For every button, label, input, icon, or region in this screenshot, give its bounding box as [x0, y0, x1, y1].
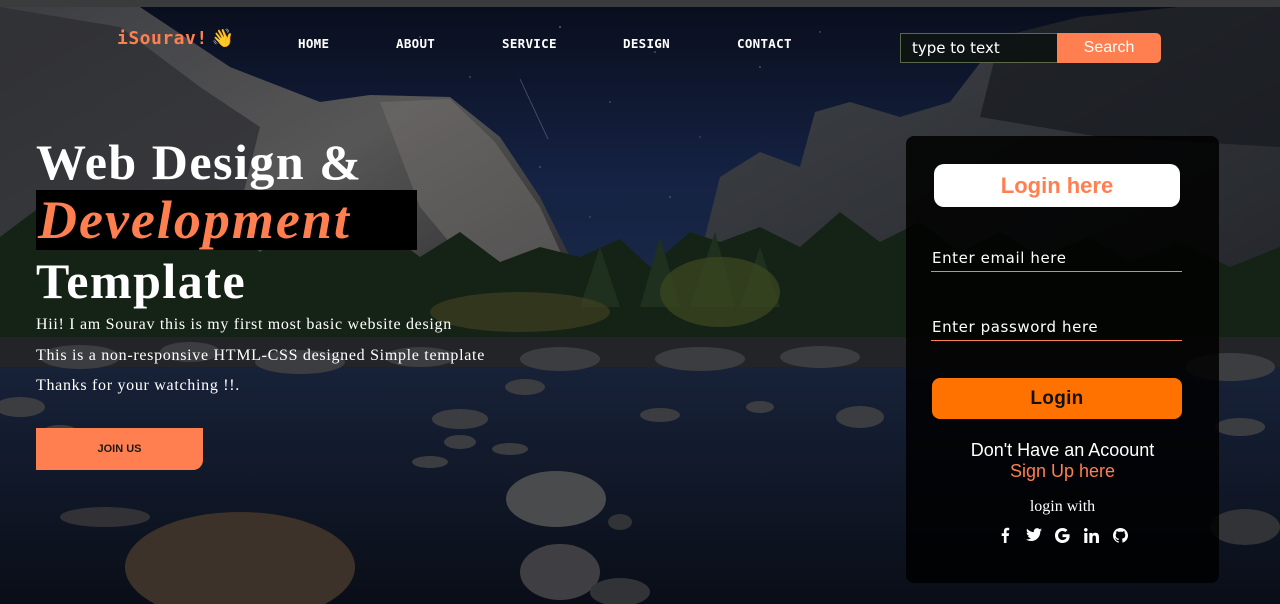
search-input[interactable]	[900, 33, 1058, 63]
nav-about[interactable]: ABOUT	[396, 36, 435, 51]
hero-paragraph-2: This is a non-responsive HTML-CSS design…	[36, 347, 485, 364]
google-icon[interactable]	[1054, 526, 1071, 544]
github-icon[interactable]	[1112, 526, 1129, 544]
brand-name: iSourav!	[117, 28, 208, 49]
brand-logo[interactable]: iSourav! 👋	[117, 28, 235, 49]
login-submit-button[interactable]: Login	[932, 378, 1182, 419]
social-login-icons	[906, 526, 1219, 544]
facebook-icon[interactable]	[996, 526, 1013, 544]
hero-paragraph-1: Hii! I am Sourav this is my first most b…	[36, 316, 452, 333]
hero-paragraph-3: Thanks for your watching !!.	[36, 377, 240, 394]
waving-hand-icon: 👋	[211, 28, 235, 49]
hero-title-highlight: Development	[36, 190, 417, 250]
join-us-button[interactable]: JOIN US	[36, 428, 203, 470]
password-field[interactable]	[931, 313, 1182, 341]
nav-home[interactable]: HOME	[298, 36, 329, 51]
twitter-icon[interactable]	[1025, 526, 1042, 544]
email-field[interactable]	[931, 244, 1182, 272]
no-account-text: Don't Have an Acoount	[970, 440, 1155, 460]
search-button[interactable]: Search	[1057, 33, 1161, 63]
nav-design[interactable]: DESIGN	[623, 36, 670, 51]
nav-service[interactable]: SERVICE	[502, 36, 557, 51]
login-panel: Login here Login Don't Have an Acoount S…	[906, 136, 1219, 583]
login-with-text: login with	[1029, 498, 1096, 515]
login-title: Login here	[934, 164, 1180, 207]
browser-top-strip	[0, 0, 1280, 7]
hero-title-line1: Web Design &	[36, 134, 363, 190]
signup-link[interactable]: Sign Up here	[906, 461, 1219, 482]
nav-contact[interactable]: CONTACT	[737, 36, 792, 51]
hero-title-line3: Template	[36, 253, 247, 309]
linkedin-icon[interactable]	[1083, 526, 1100, 544]
